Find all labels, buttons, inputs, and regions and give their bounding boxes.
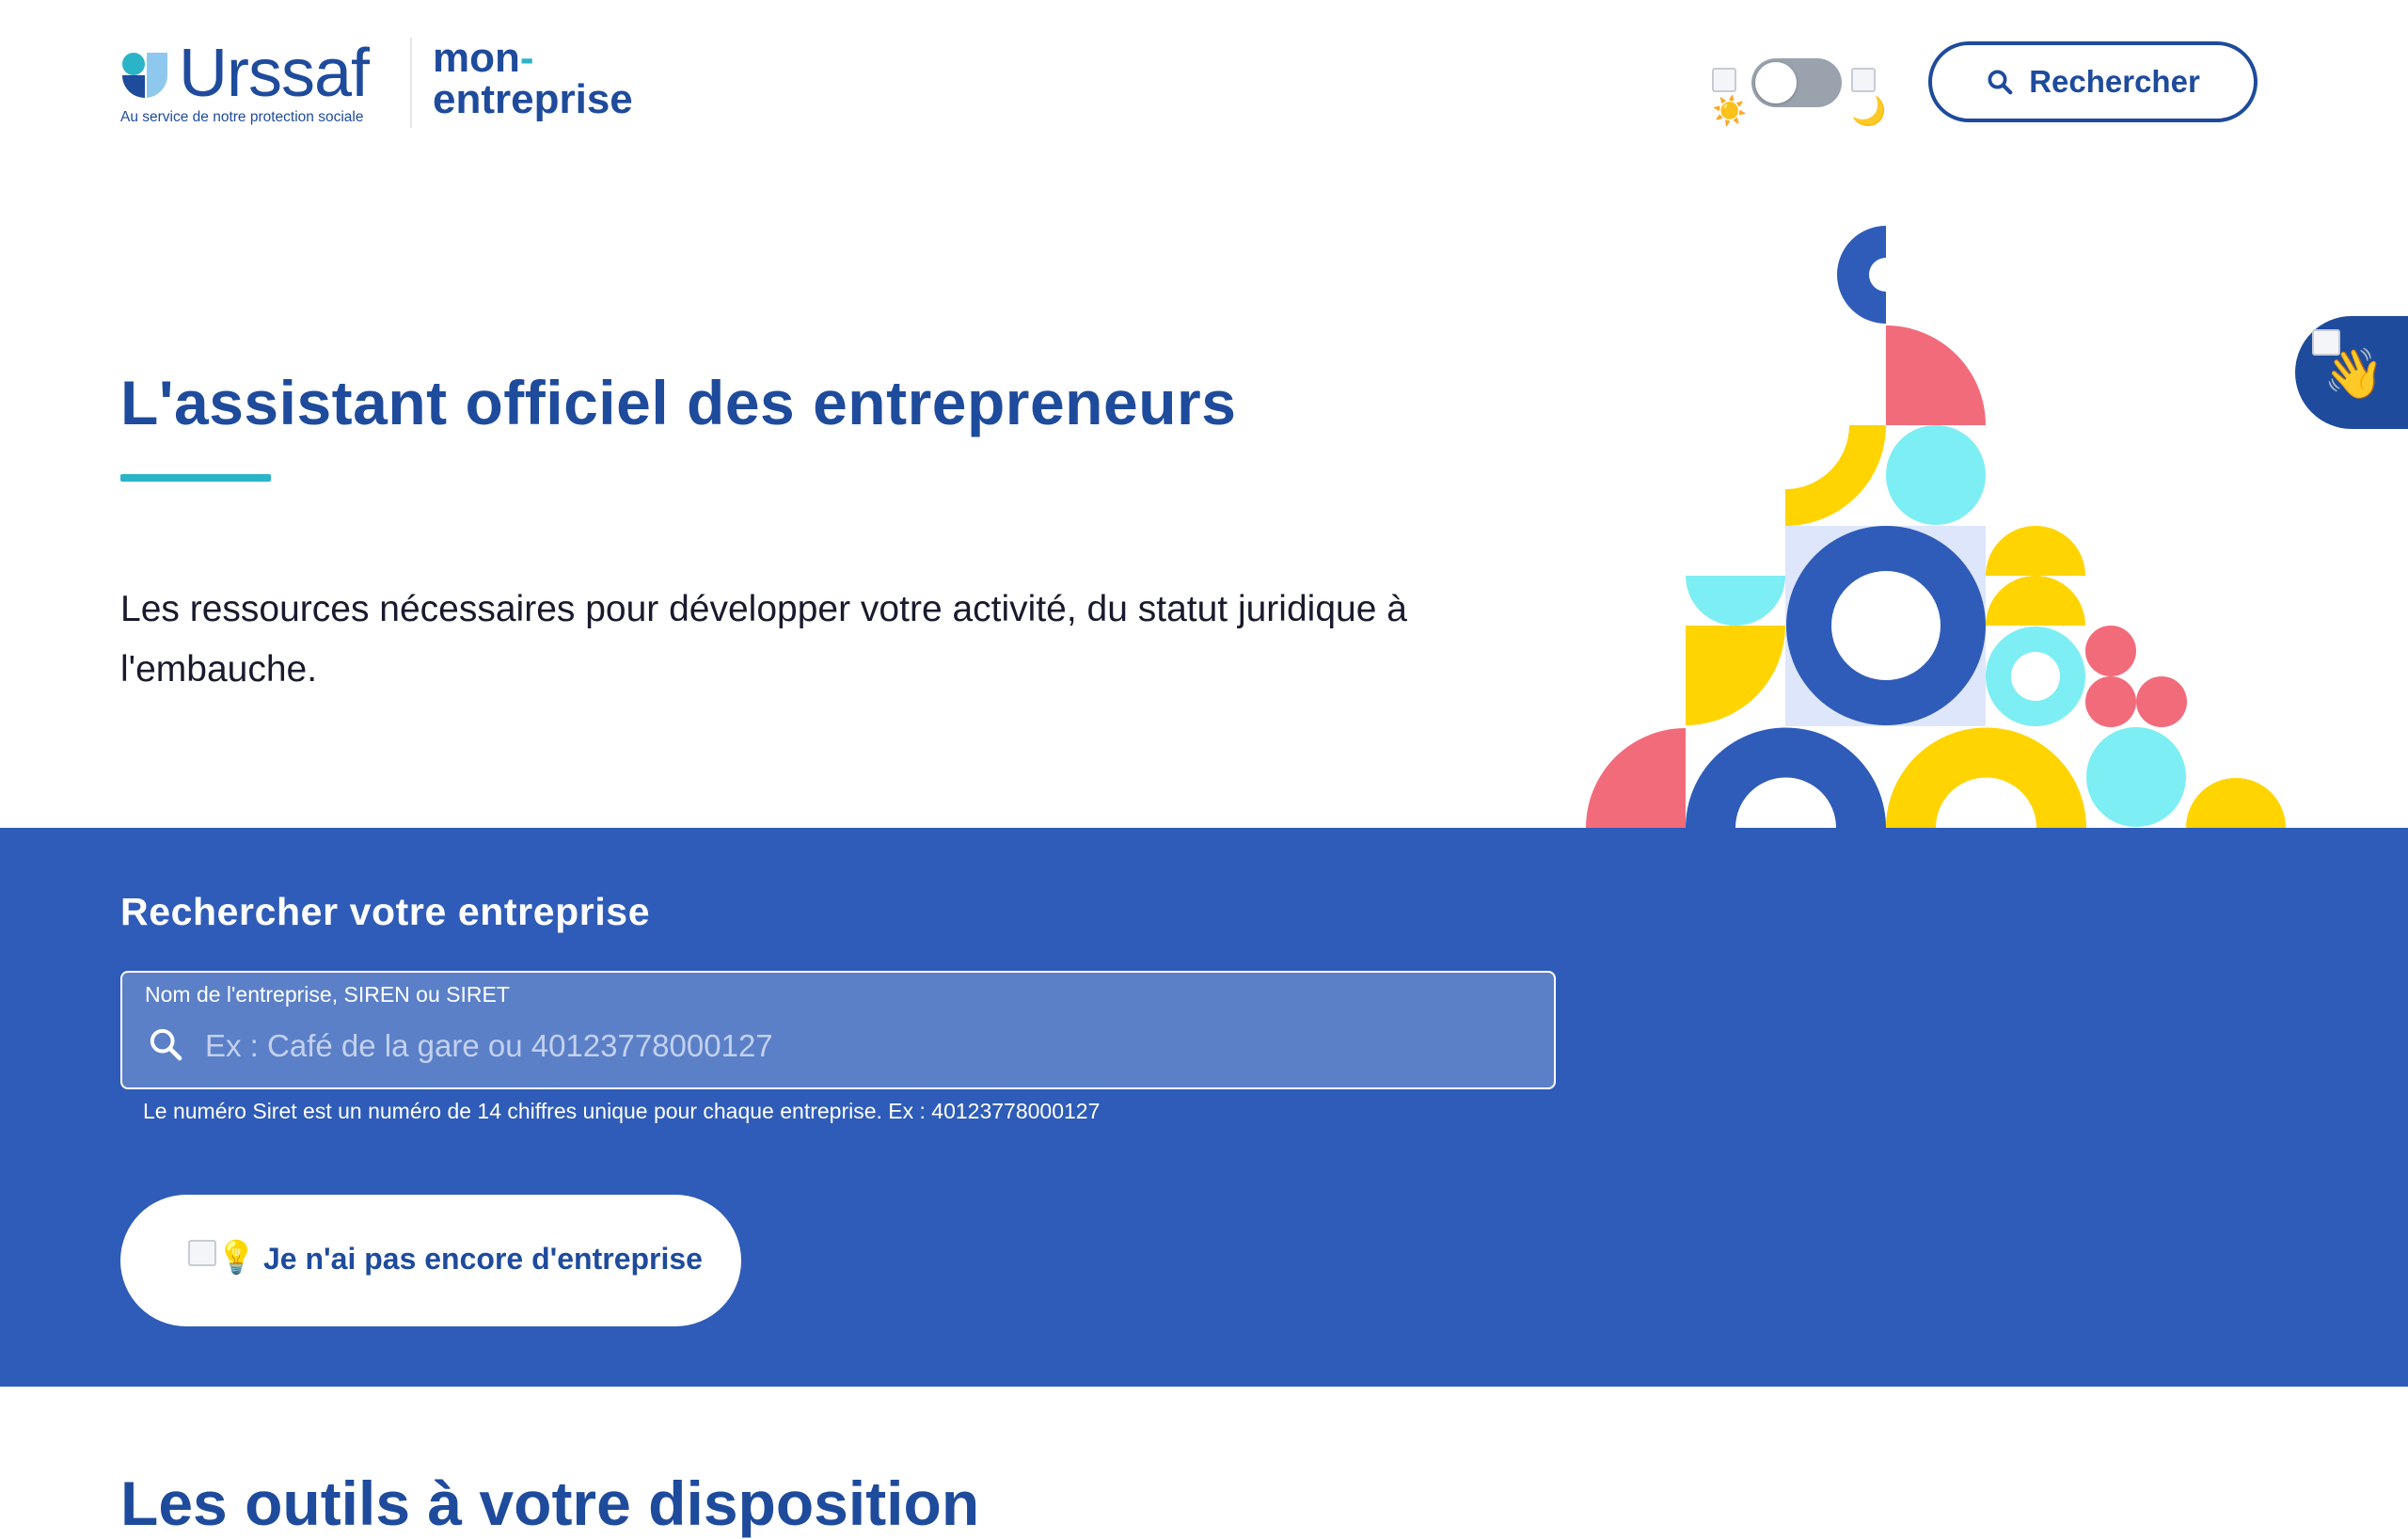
urssaf-wordmark: Urssaf	[179, 36, 370, 111]
search-icon	[1988, 70, 2013, 95]
hero-description: Les ressources nécessaires pour développ…	[120, 589, 1407, 690]
tools-section-title: Les outils à votre disposition	[120, 1468, 980, 1538]
broken-image-icon	[1712, 68, 1736, 92]
theme-toggle[interactable]: ☀️ 🌙	[1712, 56, 1891, 141]
sun-icon: ☀️	[1712, 96, 1748, 127]
urssaf-logo[interactable]: Urssaf Au service de notre protection so…	[120, 40, 379, 128]
switch-knob	[1755, 62, 1797, 103]
hero-title: L'assistant officiel des entrepreneurs	[120, 368, 1237, 437]
waving-hand-icon: 👋	[2323, 347, 2384, 402]
company-search-input[interactable]	[203, 1022, 1524, 1071]
theme-switch[interactable]	[1751, 58, 1842, 107]
broken-image-icon	[1851, 68, 1876, 92]
urssaf-logo-mark	[122, 53, 168, 98]
moon-icon: 🌙	[1851, 96, 1887, 127]
urssaf-tagline: Au service de notre protection sociale	[120, 109, 364, 125]
logo-entreprise-word: entreprise	[433, 76, 633, 122]
site-header: Urssaf Au service de notre protection so…	[0, 0, 2408, 188]
no-company-yet-label: Je n'ai pas encore d'entreprise	[263, 1242, 703, 1276]
broken-image-icon	[188, 1240, 216, 1266]
company-search-title: Rechercher votre entreprise	[120, 890, 651, 933]
company-search-field[interactable]: Nom de l'entreprise, SIREN ou SIRET	[120, 971, 1556, 1089]
company-search-label: Nom de l'entreprise, SIREN ou SIRET	[145, 982, 510, 1007]
hero-geometric-illustration	[1586, 226, 2286, 828]
feedback-side-tab[interactable]: 👋	[2295, 316, 2408, 429]
header-search-button[interactable]: Rechercher	[1928, 41, 2258, 122]
header-search-label: Rechercher	[2029, 64, 2200, 99]
logo-mon-word: mon	[433, 35, 520, 81]
hero-title-underline	[120, 474, 271, 482]
siret-hint: Le numéro Siret est un numéro de 14 chif…	[143, 1099, 1101, 1123]
no-company-yet-button[interactable]: 💡 Je n'ai pas encore d'entreprise	[120, 1195, 741, 1326]
mon-entreprise-logo[interactable]: mon- entreprise	[433, 38, 633, 120]
logo-dash: -	[519, 35, 534, 81]
search-icon	[150, 1028, 182, 1061]
logo-divider	[410, 38, 412, 128]
lightbulb-icon: 💡	[216, 1240, 257, 1276]
